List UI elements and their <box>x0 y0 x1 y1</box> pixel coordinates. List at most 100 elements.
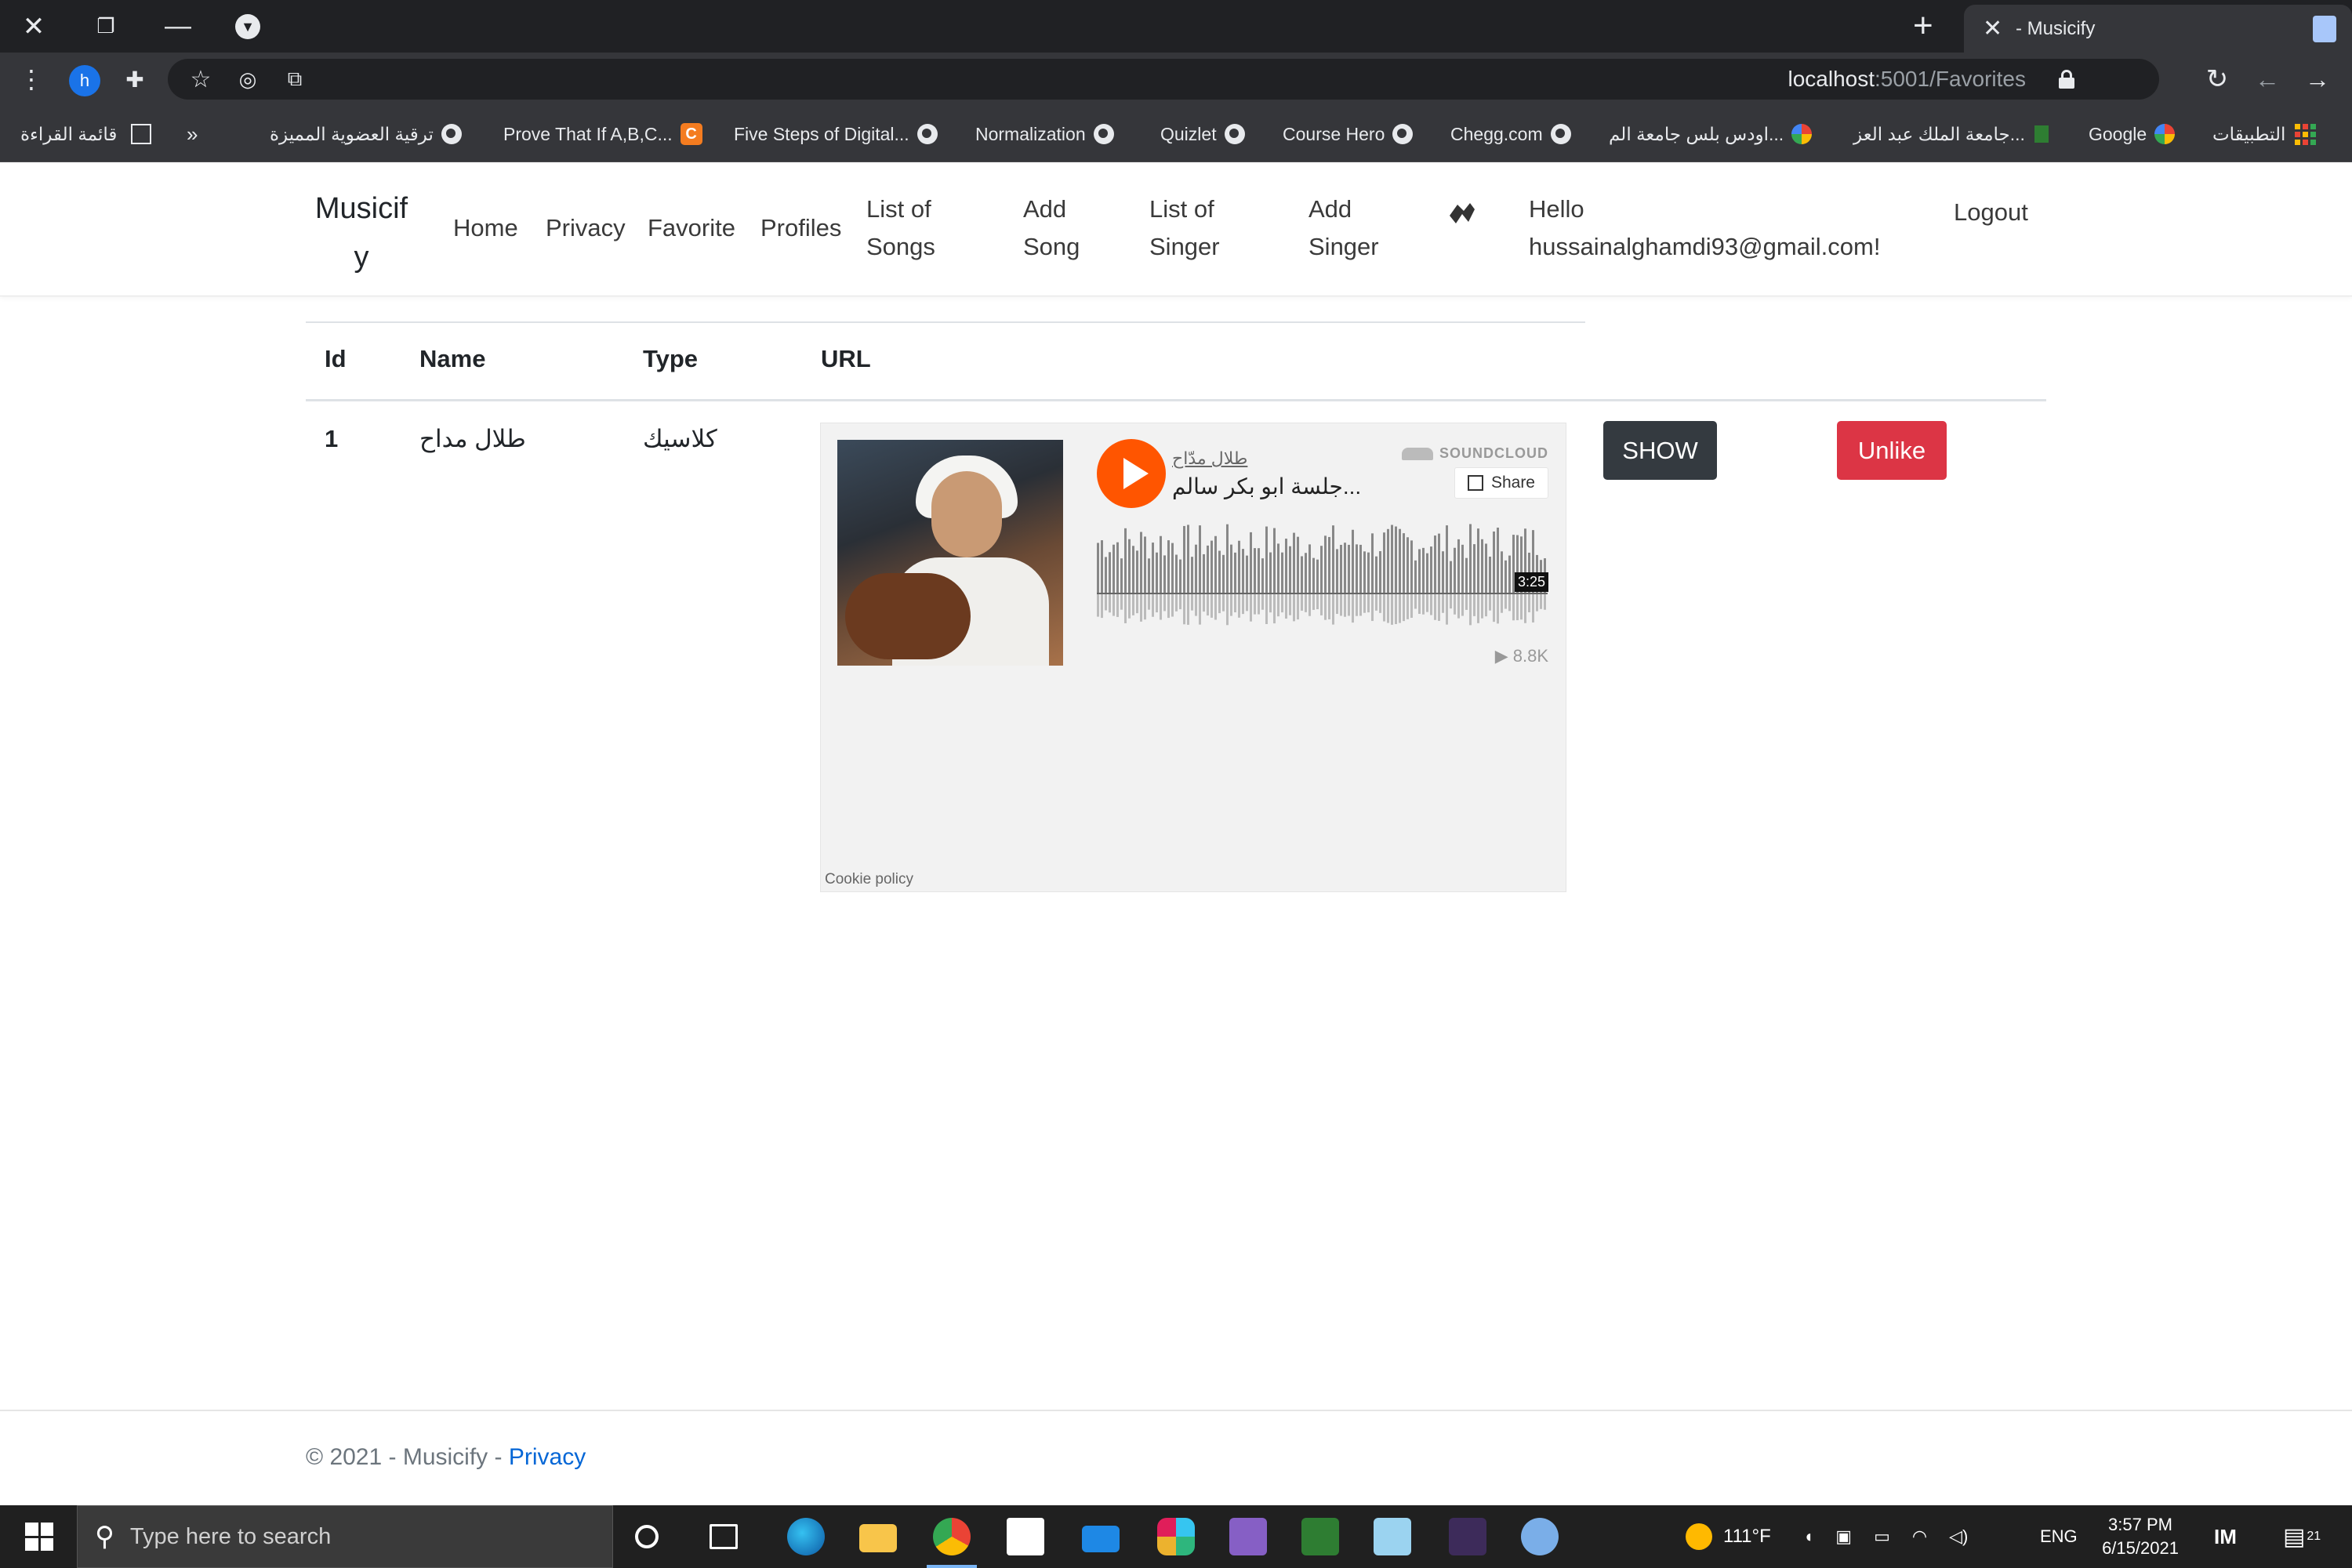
chrome-icon[interactable] <box>927 1518 977 1568</box>
nav-privacy[interactable]: Privacy <box>546 209 626 247</box>
nav-home[interactable]: Home <box>453 209 518 247</box>
extensions-icon[interactable]: ✚ <box>118 53 152 106</box>
hidden-eye-icon[interactable]: ◎ <box>230 59 265 100</box>
site-logo-icon[interactable] <box>1446 200 1478 227</box>
course-hero-icon: C <box>680 123 702 145</box>
column-header-name: Name <box>419 345 486 372</box>
clock-date: 6/15/2021 <box>2102 1538 2179 1558</box>
column-header-id: Id <box>325 345 347 372</box>
nav-add-singer[interactable]: Add Singer <box>1308 191 1395 266</box>
soundcloud-cloud-icon <box>1402 447 1433 460</box>
bookmark-google[interactable]: Google <box>2089 106 2183 162</box>
sql-tool-icon[interactable] <box>1301 1518 1339 1555</box>
window-close-icon[interactable]: ✕ <box>6 0 61 53</box>
soundcloud-logo[interactable]: SOUNDCLOUD <box>1402 445 1548 462</box>
soundcloud-embed[interactable]: طلال مدّاح جلسة ابو بكر سالم... SOUNDCLO… <box>820 423 1566 892</box>
visual-studio-icon[interactable] <box>1229 1518 1267 1555</box>
track-artist-link[interactable]: طلال مدّاح <box>1172 448 1247 469</box>
track-title[interactable]: جلسة ابو بكر سالم... <box>1172 474 1361 499</box>
forward-arrow-icon[interactable]: → <box>2300 53 2335 106</box>
file-explorer-icon[interactable] <box>859 1524 897 1552</box>
mail-icon[interactable] <box>1082 1526 1120 1552</box>
unlike-button[interactable]: Unlike <box>1837 421 1947 480</box>
nav-favorite[interactable]: Favorite <box>648 209 735 247</box>
task-view-icon[interactable] <box>710 1524 738 1549</box>
table-top-border <box>306 321 1585 323</box>
column-header-type: Type <box>643 345 699 372</box>
system-clock[interactable]: 3:57 PM 6/15/2021 <box>2093 1513 2187 1560</box>
window-minimize-icon[interactable]: — <box>151 0 205 53</box>
more-bookmarks-chevron-icon[interactable]: » <box>187 106 198 162</box>
bookmark-premium[interactable]: ترقية العضوية المميزة <box>270 106 470 162</box>
new-tab-button[interactable]: + <box>1913 6 1933 45</box>
cookie-policy-link[interactable]: Cookie policy <box>825 871 913 888</box>
im-icon[interactable]: IM <box>2214 1505 2237 1568</box>
reload-icon[interactable]: ↻ <box>2200 53 2234 106</box>
row-id: 1 <box>325 425 339 452</box>
cortana-icon[interactable] <box>635 1525 659 1548</box>
notification-center[interactable]: ▤ 21 <box>2283 1505 2321 1568</box>
globe-icon <box>441 124 462 144</box>
taskbar-search-box[interactable]: ⚲ Type here to search <box>77 1505 613 1568</box>
apps-grid-icon <box>2295 123 2317 145</box>
address-bar[interactable]: ☆ ◎ ⧉ localhost:5001/Favorites <box>168 59 2159 100</box>
bookmark-chegg[interactable]: Chegg.com <box>1450 106 1579 162</box>
profile-avatar[interactable]: h <box>69 65 100 96</box>
site-navbar: Musicify Home Privacy Favorite Profiles … <box>0 162 2352 296</box>
bookmark-kau[interactable]: جامعة الملك عبد العز... <box>1853 106 2058 162</box>
bookmark-star-icon[interactable]: ☆ <box>183 59 218 100</box>
bookmark-prove-that[interactable]: Prove That If A,B,C... C <box>503 106 710 162</box>
weather-widget[interactable]: 111°F <box>1686 1505 1771 1568</box>
translate-icon[interactable]: ⧉ <box>278 59 312 100</box>
browser-tab[interactable]: ✕ - Musicify <box>1964 5 2352 53</box>
share-icon <box>1467 475 1483 491</box>
show-button[interactable]: SHOW <box>1603 421 1717 480</box>
logout-link[interactable]: Logout <box>1954 194 2028 231</box>
nav-add-song[interactable]: Add Song <box>1023 191 1109 266</box>
back-arrow-icon[interactable]: ← <box>2250 53 2285 106</box>
notes-app-icon[interactable] <box>1374 1518 1411 1555</box>
row-name: طلال مداح <box>419 425 526 452</box>
edge-browser-icon[interactable] <box>787 1518 825 1555</box>
location-icon[interactable]: ◖ <box>1803 1526 1813 1547</box>
lock-icon[interactable] <box>2059 70 2074 89</box>
nav-profiles[interactable]: Profiles <box>760 209 841 247</box>
bookmark-label: ترقية العضوية المميزة <box>270 123 434 144</box>
globe-icon <box>1392 124 1414 144</box>
browser-menu-icon[interactable]: ⋮ <box>16 53 47 106</box>
play-icon[interactable] <box>1097 439 1166 508</box>
waveform[interactable] <box>1097 524 1548 626</box>
paint-icon[interactable] <box>1521 1518 1559 1555</box>
share-button[interactable]: Share <box>1454 467 1548 499</box>
battery-icon[interactable]: ▭ <box>1874 1526 1890 1547</box>
microsoft-store-icon[interactable] <box>1007 1518 1044 1555</box>
tray-icons[interactable]: ◖ ▣ ▭ ◠ ◁) <box>1803 1505 1990 1568</box>
site-brand[interactable]: Musicify <box>310 184 412 281</box>
window-restore-icon[interactable]: ❐ <box>78 0 133 53</box>
language-indicator[interactable]: ENG <box>2040 1505 2078 1568</box>
volume-icon[interactable]: ◁) <box>1949 1526 1968 1547</box>
wifi-icon[interactable]: ◠ <box>1912 1526 1927 1547</box>
terminal-icon[interactable] <box>1449 1518 1486 1555</box>
meet-now-icon[interactable]: ▣ <box>1835 1526 1852 1547</box>
soundcloud-brand-text: SOUNDCLOUD <box>1439 445 1548 461</box>
bookmark-odus-plus[interactable]: اودس بلس جامعة الم... <box>1609 106 1820 162</box>
url-text[interactable]: localhost:5001/Favorites <box>1788 59 2026 100</box>
slack-icon[interactable] <box>1157 1518 1195 1555</box>
reading-list-bookmark[interactable]: قائمة القراءة <box>20 106 152 162</box>
bookmark-apps[interactable]: التطبيقات <box>2212 106 2317 162</box>
bookmark-five-steps[interactable]: Five Steps of Digital... <box>734 106 946 162</box>
tab-search-icon[interactable]: ▼ <box>235 14 260 39</box>
footer-privacy-link[interactable]: Privacy <box>509 1444 586 1470</box>
nav-list-of-songs[interactable]: List of Songs <box>866 191 968 266</box>
windows-start-icon[interactable] <box>25 1523 53 1551</box>
kau-icon <box>2034 125 2049 143</box>
bookmark-quizlet[interactable]: Quizlet <box>1160 106 1253 162</box>
notification-count: 21 <box>2307 1530 2321 1543</box>
nav-list-of-singer[interactable]: List of Singer <box>1149 191 1243 266</box>
track-artwork-image[interactable] <box>837 440 1063 666</box>
bookmark-normalization[interactable]: Normalization <box>975 106 1122 162</box>
bookmark-course-hero[interactable]: Course Hero <box>1283 106 1421 162</box>
tab-close-icon[interactable]: ✕ <box>1983 15 2006 42</box>
search-icon: ⚲ <box>95 1522 114 1552</box>
